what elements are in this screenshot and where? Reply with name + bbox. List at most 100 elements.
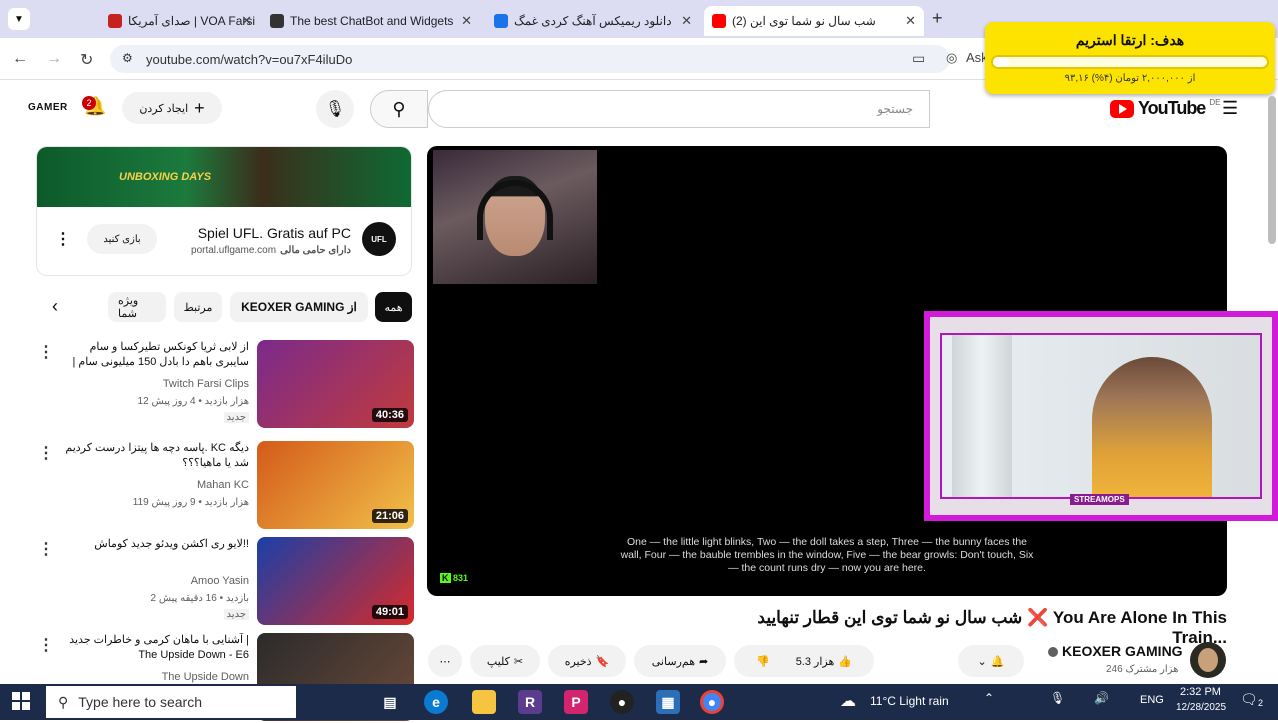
- p-app-icon[interactable]: P: [564, 690, 588, 714]
- tray-mic-icon[interactable]: 🎙: [1050, 691, 1065, 705]
- save-button[interactable]: ذخیره 🔖: [548, 645, 626, 677]
- page-scrollbar[interactable]: [1268, 96, 1276, 244]
- more-options-icon[interactable]: ⋮: [38, 443, 54, 463]
- like-icon[interactable]: 👍: [838, 655, 852, 668]
- tab-chatbot[interactable]: The best ChatBot and Widgets ✕: [262, 6, 480, 36]
- search-input[interactable]: جستجو: [428, 90, 930, 128]
- recommendation-item[interactable]: 49:01 لایو ری اکشن ویدئو جدید کوماش!! Amoo…: [30, 537, 414, 627]
- ad-title[interactable]: Spiel UFL. Gratis auf PC: [198, 225, 351, 241]
- kick-icon: K: [440, 573, 451, 583]
- tab-remix[interactable]: دانلود ریمیکس آهنگ کردی غمگ ✕: [486, 6, 700, 36]
- share-icon: ➦: [699, 655, 709, 668]
- video-thumbnail[interactable]: 49:01: [257, 537, 414, 625]
- new-badge: جدید: [223, 412, 249, 423]
- channel-name[interactable]: The Upside Down: [162, 671, 249, 683]
- channel-name[interactable]: Twitch Farsi Clips: [163, 378, 249, 390]
- tab-voa[interactable]: صدای آمریکا | VOA Farsi ✕: [100, 6, 260, 36]
- video-title[interactable]: آشنایی با ماهان کرمی و خاطرات جدید | The…: [59, 633, 249, 663]
- input-language[interactable]: ENG: [1140, 694, 1164, 706]
- avatar-face: [1198, 648, 1218, 672]
- windows-start-icon[interactable]: [12, 692, 30, 710]
- ad-play-button[interactable]: بازی کنید: [87, 224, 157, 254]
- share-label: هم‌رسانی: [651, 655, 695, 668]
- music-favicon-icon: [494, 14, 508, 28]
- notification-center-icon[interactable]: 🗨: [1240, 691, 1258, 708]
- volume-icon[interactable]: 🔊: [1094, 691, 1109, 705]
- site-settings-icon[interactable]: ⚙: [122, 51, 133, 65]
- like-count[interactable]: 5.3 هزار: [796, 655, 835, 668]
- chrome-icon[interactable]: ●: [700, 690, 724, 714]
- back-arrow-icon[interactable]: ←: [12, 50, 28, 68]
- chip-from-channel[interactable]: KEOXER GAMING از: [230, 292, 368, 322]
- r-app-icon[interactable]: R: [518, 690, 542, 714]
- create-button[interactable]: ایجاد کردن +: [122, 92, 222, 124]
- clock-date[interactable]: 12/28/2025: [1176, 702, 1226, 713]
- youtube-logo[interactable]: YouTube DE: [1110, 98, 1220, 119]
- ask-icon[interactable]: ◎: [946, 50, 957, 66]
- subscribed-bell-button[interactable]: ⌄ 🔔: [958, 645, 1024, 677]
- tab-search-button[interactable]: ▼: [8, 8, 30, 30]
- video-title[interactable]: پاسه دچه ها پیتزا درست کردیم. KC دیگه شد…: [59, 441, 249, 471]
- search-placeholder: جستجو: [877, 102, 913, 116]
- channel-avatar[interactable]: [1190, 642, 1226, 678]
- scissors-icon: ✂: [513, 655, 524, 668]
- channel-name[interactable]: KEOXER GAMING: [1062, 643, 1183, 659]
- chevron-down-icon: ⌄: [977, 655, 987, 668]
- verified-check-icon: [1048, 647, 1058, 657]
- video-title: شب سال نو شما توی این قطار تنهایید ❌ You…: [757, 608, 1227, 647]
- search-button[interactable]: ⚲: [370, 90, 428, 128]
- channel-name[interactable]: Mahan KC: [197, 479, 249, 491]
- cast-icon[interactable]: ▭: [912, 50, 925, 67]
- weather-text[interactable]: 11°C Light rain: [870, 694, 949, 708]
- tab-title: The best ChatBot and Widgets: [290, 14, 454, 28]
- url-field[interactable]: ⚙ youtube.com/watch?v=ou7xF4iluDo: [110, 45, 950, 73]
- user-channel-label[interactable]: GAMER: [28, 102, 68, 113]
- file-explorer-icon[interactable]: [472, 690, 496, 714]
- new-tab-icon[interactable]: +: [932, 8, 943, 29]
- chip-related[interactable]: مرتبط: [174, 292, 222, 322]
- youtube-play-icon: [1110, 99, 1134, 118]
- ad-more-options-icon[interactable]: ⋮: [55, 229, 71, 249]
- more-options-icon[interactable]: ⋮: [38, 342, 54, 362]
- tray-up-arrow-icon[interactable]: ⌃: [984, 691, 994, 705]
- close-icon[interactable]: ✕: [241, 13, 252, 29]
- chip-all[interactable]: همه: [375, 292, 412, 322]
- task-view-icon[interactable]: ▤: [378, 690, 402, 714]
- close-icon[interactable]: ✕: [461, 13, 472, 29]
- video-title[interactable]: لایو ری اکشن ویدئو جدید کوماش!!: [59, 537, 249, 552]
- close-icon[interactable]: ✕: [905, 13, 916, 29]
- save-label: ذخیره: [564, 655, 592, 668]
- video-thumbnail[interactable]: 40:36: [257, 340, 414, 428]
- ad-meta: portal.uflgame.com دارای حامی مالی: [191, 245, 351, 256]
- weather-icon[interactable]: ☁: [840, 691, 856, 711]
- channel-name[interactable]: Amoo Yasin: [191, 575, 249, 587]
- edge-icon[interactable]: e: [424, 690, 448, 714]
- ad-logo[interactable]: UFL: [362, 222, 396, 256]
- video-title[interactable]: از لابی ثریا کونکس تطیرکسا و سام سایبری …: [59, 340, 249, 370]
- video-thumbnail[interactable]: 21:06: [257, 441, 414, 529]
- recommendation-item[interactable]: 40:36 از لابی ثریا کونکس تطیرکسا و سام سا…: [30, 340, 414, 430]
- more-actions-button[interactable]: ⋯: [428, 645, 462, 677]
- ad-banner-image[interactable]: UNBOXING DAYS: [37, 147, 411, 207]
- taskbar-search-input[interactable]: ⚲ Type here to search: [46, 686, 296, 718]
- reload-icon[interactable]: ↻: [80, 50, 93, 70]
- forward-arrow-icon[interactable]: →: [46, 50, 62, 68]
- clock-time[interactable]: 2:32 PM: [1180, 686, 1221, 698]
- recommendation-item[interactable]: 21:06 پاسه دچه ها پیتزا درست کردیم. KC دی…: [30, 441, 414, 531]
- taskbar-search-icon: ⚲: [58, 693, 69, 710]
- voice-search-mic-icon[interactable]: 🎙: [316, 90, 354, 128]
- menu-hamburger-icon[interactable]: ☰: [1222, 98, 1238, 119]
- chip-for-you[interactable]: ویژه شما: [108, 292, 166, 322]
- share-button[interactable]: هم‌رسانی ➦: [634, 645, 726, 677]
- sponsored-ad-card[interactable]: UNBOXING DAYS UFL Spiel UFL. Gratis auf …: [37, 147, 411, 275]
- tab-youtube-active[interactable]: (2) شب سال نو شما توی این ✕: [704, 6, 924, 36]
- obs-icon[interactable]: ●: [610, 690, 634, 714]
- dislike-icon[interactable]: 👎: [756, 655, 770, 668]
- clip-button[interactable]: کلیپ ✂: [470, 645, 540, 677]
- more-options-icon[interactable]: ⋮: [38, 635, 54, 655]
- chips-prev-chevron-icon[interactable]: ‹: [52, 296, 58, 317]
- window-app-icon[interactable]: ▦: [656, 690, 680, 714]
- close-icon[interactable]: ✕: [681, 13, 692, 29]
- overlay-label: STREAMOPS: [1070, 494, 1129, 505]
- more-options-icon[interactable]: ⋮: [38, 539, 54, 559]
